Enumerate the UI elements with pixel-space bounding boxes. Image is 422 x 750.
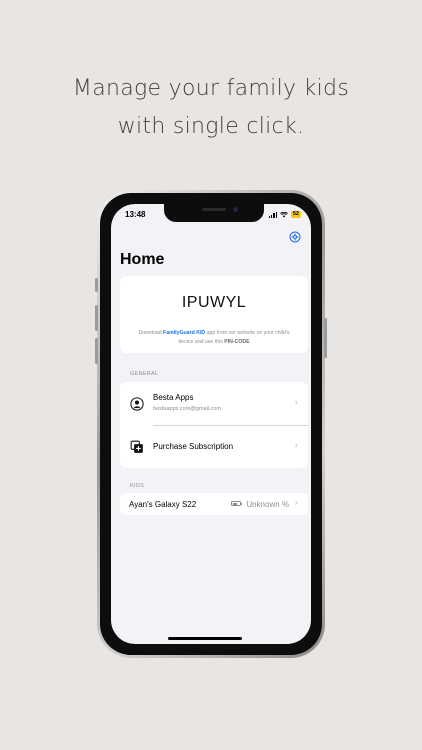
chevron-right-icon: › [294, 397, 298, 408]
status-icons: 52 [268, 211, 301, 218]
kids-group: Ayan's Galaxy S22 Unknown % › [120, 493, 308, 515]
phone-frame: 13:48 52 Home IPUWYL Download FamilyGuar… [95, 190, 327, 658]
side-button [324, 318, 327, 358]
battery-icon [231, 501, 242, 506]
phone-notch [164, 204, 264, 222]
page-title: Home [120, 251, 165, 268]
side-button [95, 338, 98, 364]
wifi-icon [279, 211, 288, 217]
section-label-kids: KIDS [130, 483, 145, 489]
section-label-general: GENERAL [130, 371, 159, 377]
account-circle-icon [130, 397, 144, 411]
home-indicator[interactable] [168, 637, 242, 640]
phone-bezel: 13:48 52 Home IPUWYL Download FamilyGuar… [100, 193, 322, 655]
kid-device-row[interactable]: Ayan's Galaxy S22 Unknown % › [120, 493, 308, 515]
headline-line-1: Manage your family kids [72, 76, 350, 101]
general-group: Besta Apps bestaapps.com@gmail.com › Pur… [120, 382, 308, 468]
promo-headline: Manage your family kids with single clic… [0, 70, 422, 146]
app-screen: 13:48 52 Home IPUWYL Download FamilyGuar… [111, 204, 311, 644]
kid-battery-status: Unknown % [246, 500, 289, 509]
pin-code-label: PIN-CODE [224, 339, 250, 345]
familyguard-kid-link[interactable]: FamilyGuard KID [163, 330, 205, 336]
account-email: bestaapps.com@gmail.com [153, 406, 221, 412]
purchase-subscription-row[interactable]: Purchase Subscription › [120, 425, 308, 468]
settings-icon[interactable] [289, 231, 301, 243]
status-time: 13:48 [125, 210, 146, 219]
side-button [95, 278, 98, 292]
chevron-right-icon: › [294, 440, 298, 451]
pin-code-card: IPUWYL Download FamilyGuard KID app from… [120, 276, 308, 353]
pin-code: IPUWYL [181, 294, 247, 311]
chevron-right-icon: › [294, 497, 298, 508]
side-button [95, 305, 98, 331]
account-row[interactable]: Besta Apps bestaapps.com@gmail.com › [120, 382, 308, 425]
pin-hint-prefix: Download [138, 330, 164, 336]
account-name: Besta Apps [153, 393, 194, 402]
signal-icon [268, 211, 277, 218]
add-subscription-icon [130, 440, 143, 453]
pin-instructions: Download FamilyGuard KID app from our we… [132, 329, 296, 347]
battery-level-badge: 52 [290, 211, 301, 218]
kid-device-name: Ayan's Galaxy S22 [129, 500, 197, 509]
headline-line-2: with single click. [117, 114, 305, 139]
purchase-subscription-label: Purchase Subscription [153, 442, 234, 451]
